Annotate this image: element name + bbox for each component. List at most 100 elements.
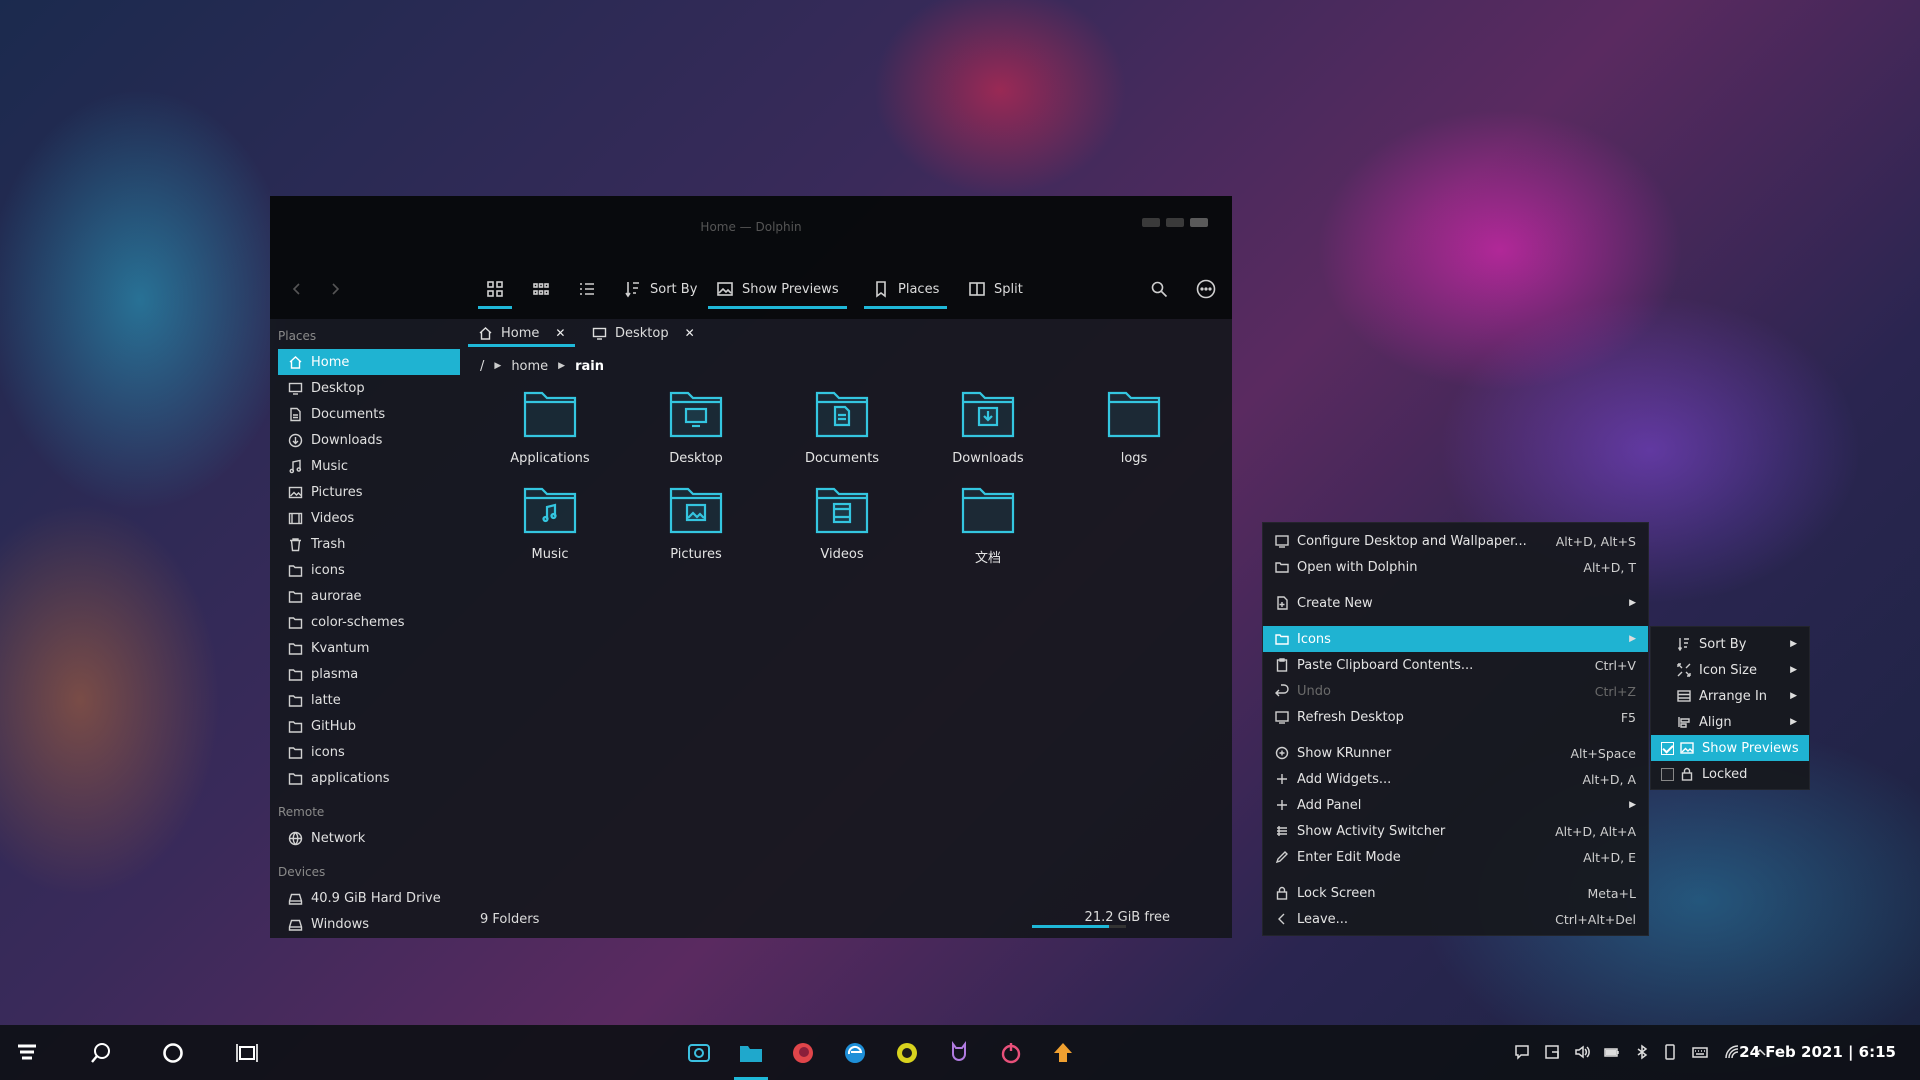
- show-previews-button[interactable]: Show Previews: [708, 269, 847, 309]
- file-item[interactable]: Applications: [480, 385, 620, 466]
- installer-app[interactable]: [1044, 1034, 1082, 1072]
- tab-desktop[interactable]: Desktop ✕: [582, 319, 705, 347]
- submenu-item-locked[interactable]: Locked: [1651, 761, 1809, 787]
- search-button[interactable]: [82, 1034, 120, 1072]
- sidebar-item-40-9-gib-hard-drive[interactable]: 40.9 GiB Hard Drive: [278, 885, 460, 911]
- sidebar-item-applications[interactable]: applications: [278, 765, 460, 791]
- cortana-button[interactable]: [154, 1034, 192, 1072]
- submenu-item-show-previews[interactable]: Show Previews: [1651, 735, 1809, 761]
- sidebar-item-plasma[interactable]: plasma: [278, 661, 460, 687]
- sidebar-item-music[interactable]: Music: [278, 453, 460, 479]
- icons-view-button[interactable]: [478, 269, 512, 309]
- close-tab-icon[interactable]: ✕: [685, 326, 695, 340]
- details-view-button[interactable]: [570, 269, 604, 309]
- breadcrumb-home[interactable]: home: [511, 359, 548, 374]
- sidebar-item-windows[interactable]: Windows: [278, 911, 460, 937]
- search-button[interactable]: [1142, 269, 1176, 309]
- file-item[interactable]: logs: [1064, 385, 1204, 466]
- menu-item-add-panel[interactable]: Add Panel ▶: [1263, 792, 1648, 818]
- sidebar-item-icons[interactable]: icons: [278, 557, 460, 583]
- chevron-right-icon[interactable]: ▶: [558, 361, 565, 371]
- breadcrumb-root[interactable]: /: [480, 359, 484, 374]
- sort-by-button[interactable]: Sort By: [616, 269, 705, 309]
- app-yellow[interactable]: [888, 1034, 926, 1072]
- screenshot-app[interactable]: [680, 1034, 718, 1072]
- menu-item-refresh-desktop[interactable]: Refresh Desktop F5: [1263, 704, 1648, 730]
- chevron-right-icon[interactable]: ▶: [494, 361, 501, 371]
- split-button[interactable]: Split: [960, 269, 1031, 309]
- sidebar-item-icons[interactable]: icons: [278, 739, 460, 765]
- submenu-arrow-icon: ▶: [1790, 665, 1797, 675]
- github-app[interactable]: [940, 1034, 978, 1072]
- clock[interactable]: 24 Feb 2021 | 6:15: [1739, 1043, 1896, 1061]
- menu-item-show-krunner[interactable]: Show KRunner Alt+Space: [1263, 740, 1648, 766]
- tab-home[interactable]: Home ✕: [468, 319, 576, 347]
- sidebar-item-label: Videos: [311, 510, 355, 526]
- sidebar-item-github[interactable]: GitHub: [278, 713, 460, 739]
- menu-item-add-widgets[interactable]: Add Widgets... Alt+D, A: [1263, 766, 1648, 792]
- menu-item-enter-edit-mode[interactable]: Enter Edit Mode Alt+D, E: [1263, 844, 1648, 870]
- submenu-item-arrange-in[interactable]: Arrange In ▶: [1651, 683, 1809, 709]
- file-item[interactable]: Pictures: [626, 481, 766, 562]
- keyboard-icon[interactable]: [1690, 1042, 1710, 1062]
- file-item[interactable]: Documents: [772, 385, 912, 466]
- menu-item-leave[interactable]: Leave... Ctrl+Alt+Del: [1263, 906, 1648, 932]
- sidebar-item-home[interactable]: Home: [278, 349, 460, 375]
- sidebar-item-aurorae[interactable]: aurorae: [278, 583, 460, 609]
- tab-bar: Home ✕ Desktop ✕: [468, 319, 1232, 347]
- battery-icon[interactable]: [1602, 1042, 1622, 1062]
- file-item[interactable]: Downloads: [918, 385, 1058, 466]
- compact-view-button[interactable]: [524, 269, 558, 309]
- sidebar-item-trash[interactable]: Trash: [278, 531, 460, 557]
- sidebar-item-kvantum[interactable]: Kvantum: [278, 635, 460, 661]
- menu-item-show-activity-switcher[interactable]: Show Activity Switcher Alt+D, Alt+A: [1263, 818, 1648, 844]
- music-app[interactable]: [992, 1034, 1030, 1072]
- menu-item-create-new[interactable]: Create New ▶: [1263, 590, 1648, 616]
- phone-icon[interactable]: [1660, 1042, 1680, 1062]
- sidebar-item-color-schemes[interactable]: color-schemes: [278, 609, 460, 635]
- menu-item-configure-desktop-and-wallpaper[interactable]: Configure Desktop and Wallpaper... Alt+D,…: [1263, 528, 1648, 554]
- dolphin-app[interactable]: [732, 1034, 770, 1080]
- file-item[interactable]: Desktop: [626, 385, 766, 466]
- sidebar-item-videos[interactable]: Videos: [278, 505, 460, 531]
- sidebar-item-downloads[interactable]: Downloads: [278, 427, 460, 453]
- edge-app[interactable]: [836, 1034, 874, 1072]
- sidebar-item-documents[interactable]: Documents: [278, 401, 460, 427]
- menu-item-open-with-dolphin[interactable]: Open with Dolphin Alt+D, T: [1263, 554, 1648, 580]
- close-button[interactable]: [1190, 218, 1208, 227]
- submenu-item-align[interactable]: Align ▶: [1651, 709, 1809, 735]
- clipboard-icon[interactable]: [1542, 1042, 1562, 1062]
- places-list: Home Desktop Documents Downloads Music Pictur…: [270, 349, 468, 791]
- sidebar-item-pictures[interactable]: Pictures: [278, 479, 460, 505]
- bluetooth-icon[interactable]: [1632, 1042, 1652, 1062]
- submenu-item-sort-by[interactable]: Sort By ▶: [1651, 631, 1809, 657]
- close-tab-icon[interactable]: ✕: [555, 326, 565, 340]
- task-view-button[interactable]: [228, 1034, 266, 1072]
- firefox-app[interactable]: [784, 1034, 822, 1072]
- menu-item-undo[interactable]: Undo Ctrl+Z: [1263, 678, 1648, 704]
- minimize-button[interactable]: [1142, 218, 1160, 227]
- launcher-button[interactable]: [8, 1034, 46, 1072]
- places-button[interactable]: Places: [864, 269, 948, 309]
- sidebar-item-network[interactable]: Network: [278, 825, 460, 851]
- file-item[interactable]: Music: [480, 481, 620, 562]
- back-button[interactable]: [282, 269, 312, 309]
- maximize-button[interactable]: [1166, 218, 1184, 227]
- file-item[interactable]: Videos: [772, 481, 912, 562]
- submenu-item-icon-size[interactable]: Icon Size ▶: [1651, 657, 1809, 683]
- file-item[interactable]: 文档: [918, 481, 1058, 566]
- sidebar-item-latte[interactable]: latte: [278, 687, 460, 713]
- menu-item-icons[interactable]: Icons ▶: [1263, 626, 1648, 652]
- menu-button[interactable]: [1188, 269, 1224, 309]
- menu-item-lock-screen[interactable]: Lock Screen Meta+L: [1263, 880, 1648, 906]
- volume-icon[interactable]: [1572, 1042, 1592, 1062]
- menu-item-paste-clipboard-contents[interactable]: Paste Clipboard Contents... Ctrl+V: [1263, 652, 1648, 678]
- sidebar-item-desktop[interactable]: Desktop: [278, 375, 460, 401]
- title-bar[interactable]: Home — Dolphin: [270, 196, 1232, 261]
- menu-icon: [1275, 534, 1289, 548]
- checkbox[interactable]: [1661, 741, 1674, 755]
- checkbox[interactable]: [1661, 767, 1674, 781]
- breadcrumb-current[interactable]: rain: [575, 359, 604, 374]
- notifications-icon[interactable]: [1512, 1042, 1532, 1062]
- forward-button[interactable]: [320, 269, 350, 309]
